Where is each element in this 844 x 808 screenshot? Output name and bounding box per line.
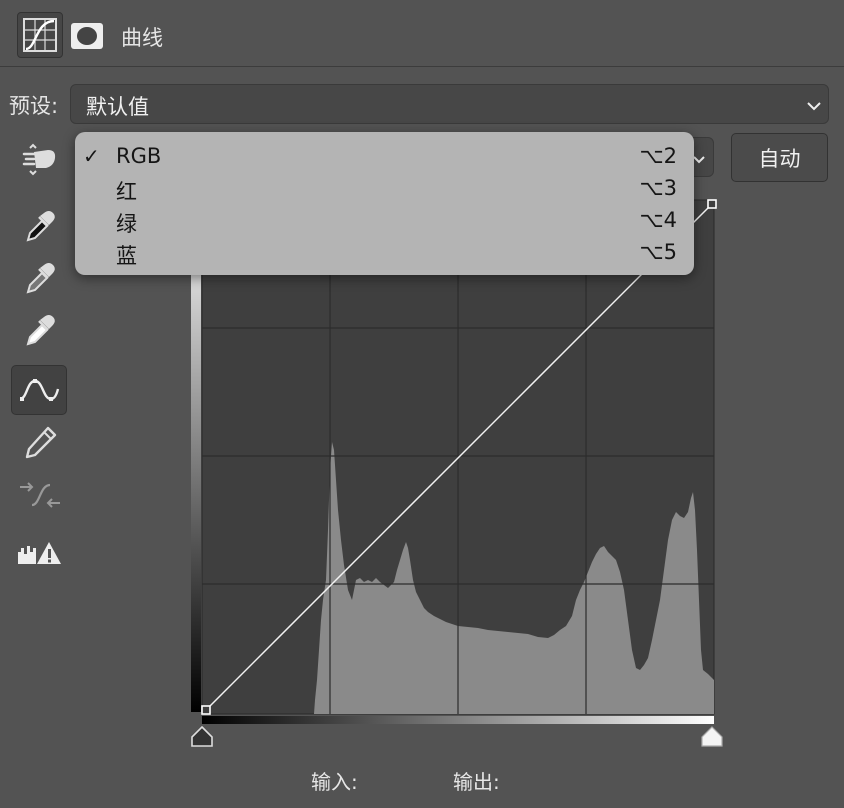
menu-item-shortcut: ⌥2 [639, 144, 677, 168]
clipping-warning-icon[interactable] [14, 530, 64, 576]
chevron-down-icon[interactable] [806, 97, 822, 116]
checkmark-icon: ✓ [83, 144, 100, 168]
white-point-slider[interactable] [701, 726, 723, 747]
layer-mask-icon[interactable] [70, 22, 104, 50]
output-gradient-bar [191, 200, 201, 712]
curves-adjustment-icon[interactable] [17, 12, 63, 58]
preset-select[interactable] [70, 84, 829, 124]
menu-item-red[interactable]: 红 ⌥3 [75, 173, 694, 205]
black-eyedropper-icon[interactable] [14, 204, 66, 250]
white-point-handle[interactable] [707, 199, 717, 209]
auto-button[interactable]: 自动 [731, 133, 828, 182]
black-point-slider[interactable] [191, 725, 213, 747]
black-point-handle[interactable] [201, 705, 211, 715]
input-gradient-bar [202, 716, 714, 724]
menu-item-rgb[interactable]: ✓ RGB ⌥2 [75, 141, 694, 173]
channel-dropdown-menu: ✓ RGB ⌥2 红 ⌥3 绿 ⌥4 蓝 ⌥5 [75, 132, 694, 275]
menu-item-label: 红 [116, 180, 137, 204]
panel-title: 曲线 [121, 26, 163, 50]
channel-chevron-down-icon[interactable] [692, 151, 706, 170]
menu-item-shortcut: ⌥4 [639, 208, 677, 232]
output-label: 输出: [453, 770, 500, 794]
menu-item-label: RGB [116, 144, 162, 168]
menu-item-green[interactable]: 绿 ⌥4 [75, 205, 694, 237]
targeted-adjustment-icon[interactable] [14, 137, 66, 183]
preset-label: 预设: [9, 94, 59, 118]
curve-points-tool-icon[interactable] [11, 365, 67, 415]
menu-item-label: 绿 [116, 212, 137, 236]
white-eyedropper-icon[interactable] [14, 308, 66, 354]
header-divider [0, 66, 844, 67]
gray-eyedropper-icon[interactable] [14, 256, 66, 302]
smooth-curve-icon[interactable] [14, 472, 66, 518]
menu-item-blue[interactable]: 蓝 ⌥5 [75, 237, 694, 269]
preset-value: 默认值 [86, 95, 149, 119]
menu-item-shortcut: ⌥5 [639, 240, 677, 264]
input-label: 输入: [311, 770, 358, 794]
pencil-icon[interactable] [14, 420, 66, 466]
menu-item-label: 蓝 [116, 244, 137, 268]
menu-item-shortcut: ⌥3 [639, 176, 677, 200]
